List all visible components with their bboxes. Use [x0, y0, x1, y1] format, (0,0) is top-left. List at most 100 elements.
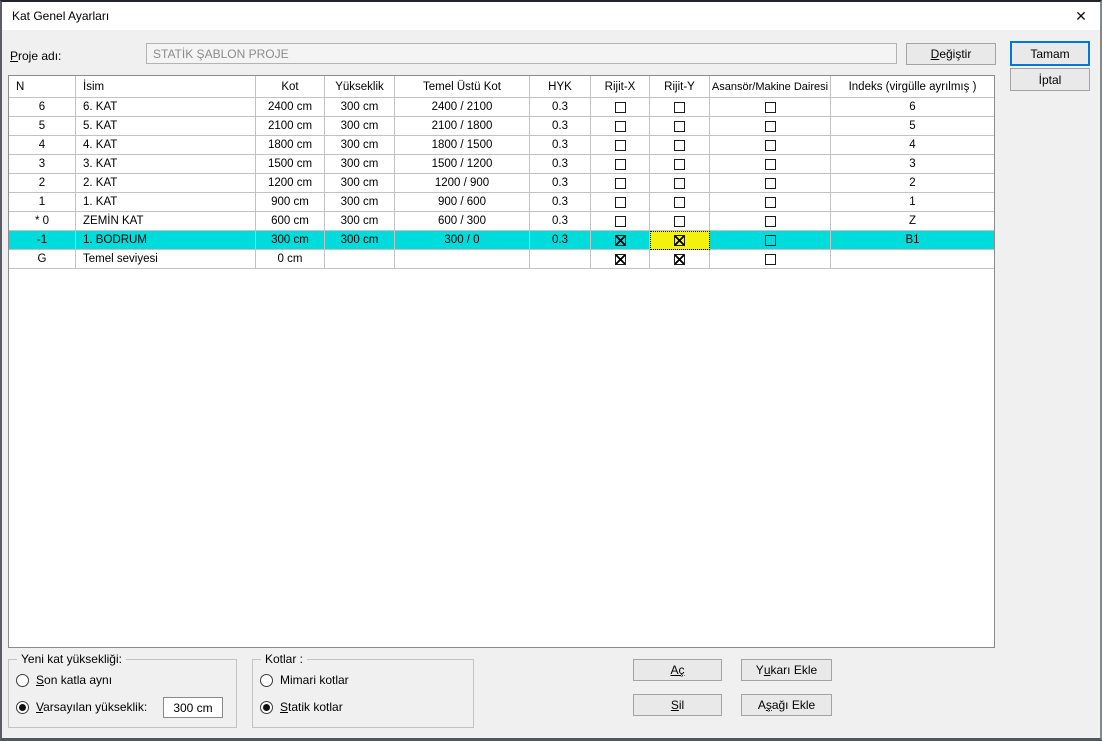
rijit_y-cell[interactable]	[650, 98, 710, 117]
floors-table[interactable]: NİsimKotYükseklikTemel Üstü KotHYKRijit-…	[8, 75, 995, 648]
asansor-checkbox[interactable]	[765, 216, 776, 227]
rijit_x-cell[interactable]	[591, 174, 650, 193]
rijit_y-checkbox[interactable]	[674, 159, 685, 170]
asansor-cell[interactable]	[710, 155, 831, 174]
temel_ustu_kot-cell[interactable]: 2400 / 2100	[395, 98, 530, 117]
rijit_x-cell[interactable]	[591, 117, 650, 136]
n-cell[interactable]: G	[9, 250, 76, 269]
temel_ustu_kot-cell[interactable]	[395, 250, 530, 269]
n-cell[interactable]: 1	[9, 193, 76, 212]
rijit_y-cell[interactable]	[650, 231, 710, 250]
rijit_y-cell[interactable]	[650, 155, 710, 174]
rijit_x-checkbox[interactable]	[615, 159, 626, 170]
asansor-cell[interactable]	[710, 250, 831, 269]
indeks-cell[interactable]: 4	[831, 136, 994, 155]
yukseklik-cell[interactable]: 300 cm	[325, 174, 395, 193]
asansor-checkbox[interactable]	[765, 197, 776, 208]
kot-cell[interactable]: 900 cm	[256, 193, 325, 212]
asansor-checkbox[interactable]	[765, 159, 776, 170]
n-cell[interactable]: 2	[9, 174, 76, 193]
table-row[interactable]: 44. KAT1800 cm300 cm1800 / 15000.34	[9, 136, 994, 155]
yukseklik-cell[interactable]: 300 cm	[325, 98, 395, 117]
hyk-cell[interactable]: 0.3	[530, 98, 591, 117]
radio-icon[interactable]	[260, 674, 273, 687]
rijit_x-checkbox[interactable]	[615, 178, 626, 189]
table-row[interactable]: 33. KAT1500 cm300 cm1500 / 12000.33	[9, 155, 994, 174]
hyk-cell[interactable]: 0.3	[530, 155, 591, 174]
table-row[interactable]: * 0ZEMİN KAT600 cm300 cm600 / 3000.3Z	[9, 212, 994, 231]
asansor-checkbox[interactable]	[765, 140, 776, 151]
project-name-field[interactable]	[146, 43, 897, 64]
rijit_y-checkbox[interactable]	[674, 235, 685, 246]
change-button[interactable]: Değiştir	[906, 43, 996, 65]
temel_ustu_kot-cell[interactable]: 1500 / 1200	[395, 155, 530, 174]
kot-cell[interactable]: 2400 cm	[256, 98, 325, 117]
temel_ustu_kot-cell[interactable]: 300 / 0	[395, 231, 530, 250]
n-cell[interactable]: 4	[9, 136, 76, 155]
asansor-checkbox[interactable]	[765, 254, 776, 265]
asansor-cell[interactable]	[710, 98, 831, 117]
asansor-checkbox[interactable]	[765, 235, 776, 246]
yukseklik-cell[interactable]	[325, 250, 395, 269]
hyk-cell[interactable]: 0.3	[530, 231, 591, 250]
indeks-cell[interactable]	[831, 250, 994, 269]
rijit_x-cell[interactable]	[591, 193, 650, 212]
n-cell[interactable]: 5	[9, 117, 76, 136]
default-height-input[interactable]	[163, 697, 223, 718]
table-row[interactable]: GTemel seviyesi0 cm	[9, 250, 994, 269]
n-cell[interactable]: 6	[9, 98, 76, 117]
radio-default-height[interactable]: Varsayılan yükseklik:	[16, 700, 147, 714]
table-row[interactable]: 55. KAT2100 cm300 cm2100 / 18000.35	[9, 117, 994, 136]
n-cell[interactable]: * 0	[9, 212, 76, 231]
rijit_x-checkbox[interactable]	[615, 102, 626, 113]
rijit_y-cell[interactable]	[650, 136, 710, 155]
rijit_y-checkbox[interactable]	[674, 254, 685, 265]
temel_ustu_kot-cell[interactable]: 900 / 600	[395, 193, 530, 212]
yukseklik-cell[interactable]: 300 cm	[325, 117, 395, 136]
hyk-cell[interactable]: 0.3	[530, 193, 591, 212]
add-above-button[interactable]: Yukarı Ekle	[741, 659, 832, 681]
rijit_y-cell[interactable]	[650, 212, 710, 231]
rijit_x-checkbox[interactable]	[615, 235, 626, 246]
rijit_x-cell[interactable]	[591, 212, 650, 231]
hyk-cell[interactable]: 0.3	[530, 174, 591, 193]
rijit_x-cell[interactable]	[591, 98, 650, 117]
rijit_x-cell[interactable]	[591, 136, 650, 155]
asansor-checkbox[interactable]	[765, 121, 776, 132]
indeks-cell[interactable]: 6	[831, 98, 994, 117]
rijit_y-checkbox[interactable]	[674, 121, 685, 132]
indeks-cell[interactable]: B1	[831, 231, 994, 250]
isim-cell[interactable]: 2. KAT	[76, 174, 256, 193]
close-icon[interactable]: ✕	[1070, 6, 1092, 26]
asansor-cell[interactable]	[710, 212, 831, 231]
isim-cell[interactable]: ZEMİN KAT	[76, 212, 256, 231]
rijit_y-checkbox[interactable]	[674, 197, 685, 208]
rijit_y-checkbox[interactable]	[674, 102, 685, 113]
radio-static-levels[interactable]: Statik kotlar	[260, 700, 343, 714]
cancel-button[interactable]: İptal	[1010, 68, 1090, 91]
indeks-cell[interactable]: 5	[831, 117, 994, 136]
rijit_y-cell[interactable]	[650, 193, 710, 212]
indeks-cell[interactable]: 1	[831, 193, 994, 212]
radio-same-as-last-floor[interactable]: Son katla aynı	[16, 673, 112, 687]
temel_ustu_kot-cell[interactable]: 1800 / 1500	[395, 136, 530, 155]
isim-cell[interactable]: 1. KAT	[76, 193, 256, 212]
rijit_x-cell[interactable]	[591, 155, 650, 174]
isim-cell[interactable]: 5. KAT	[76, 117, 256, 136]
radio-icon[interactable]	[16, 674, 29, 687]
asansor-checkbox[interactable]	[765, 102, 776, 113]
radio-icon[interactable]	[16, 701, 29, 714]
isim-cell[interactable]: 6. KAT	[76, 98, 256, 117]
add-below-button[interactable]: Aşağı Ekle	[741, 694, 832, 716]
rijit_x-checkbox[interactable]	[615, 140, 626, 151]
rijit_y-cell[interactable]	[650, 117, 710, 136]
kot-cell[interactable]: 300 cm	[256, 231, 325, 250]
delete-button[interactable]: Sil	[633, 694, 722, 716]
hyk-cell[interactable]	[530, 250, 591, 269]
rijit_y-cell[interactable]	[650, 174, 710, 193]
asansor-cell[interactable]	[710, 193, 831, 212]
yukseklik-cell[interactable]: 300 cm	[325, 212, 395, 231]
isim-cell[interactable]: 3. KAT	[76, 155, 256, 174]
radio-architectural-levels[interactable]: Mimari kotlar	[260, 673, 349, 687]
rijit_x-checkbox[interactable]	[615, 121, 626, 132]
